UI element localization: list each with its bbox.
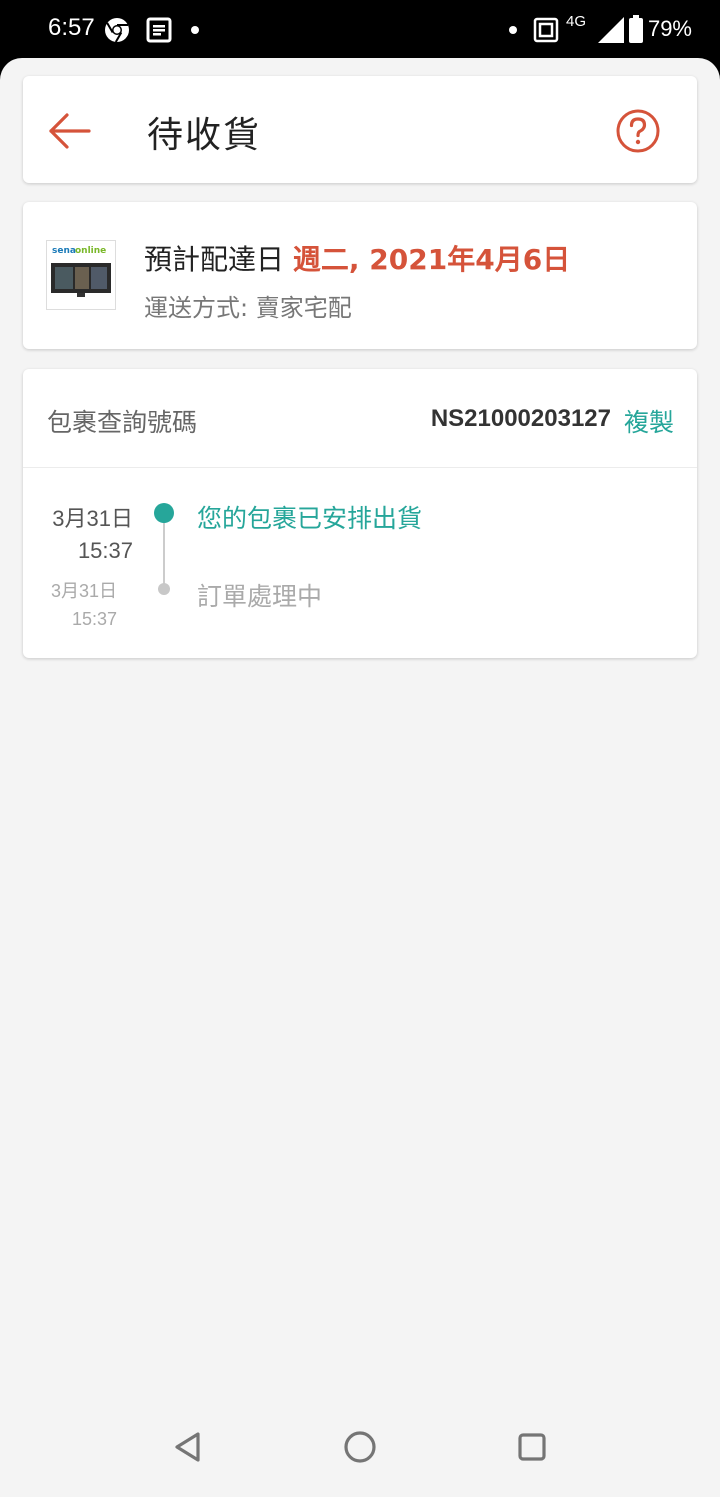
status-time: 6:57 bbox=[48, 14, 95, 41]
event-text: 訂單處理中 bbox=[197, 582, 323, 611]
delivery-info-card[interactable]: sena online 預計配達日 週二, 2021年4月6日 運送方式: 賣家… bbox=[23, 202, 697, 349]
system-nav-bar bbox=[0, 1397, 720, 1497]
timeline-dot bbox=[158, 583, 170, 595]
question-circle-icon[interactable] bbox=[613, 106, 663, 156]
battery-level: 79% bbox=[647, 16, 692, 41]
dot-icon bbox=[509, 26, 517, 34]
tracking-number: NS21000203127 bbox=[430, 405, 611, 432]
home-circle-icon[interactable] bbox=[338, 1425, 382, 1469]
event-text-active: 您的包裹已安排出貨 bbox=[197, 504, 423, 533]
header-bar: 待收貨 bbox=[23, 76, 697, 183]
product-thumbnail: sena online bbox=[46, 240, 116, 310]
product-image: sena online bbox=[47, 241, 115, 309]
event-date: 3月31日 15:37 bbox=[33, 577, 117, 633]
back-triangle-icon[interactable] bbox=[166, 1425, 210, 1469]
status-bar: 6:57 4G 79% bbox=[0, 0, 720, 60]
delivery-date-line: 預計配達日 週二, 2021年4月6日 bbox=[144, 238, 570, 278]
battery-icon bbox=[629, 15, 643, 43]
svg-text:online: online bbox=[75, 246, 106, 256]
tracking-label: 包裹查詢號碼 bbox=[47, 408, 198, 437]
event-date: 3月31日 15:37 bbox=[33, 503, 133, 567]
dot-icon bbox=[191, 26, 199, 34]
news-icon bbox=[146, 17, 172, 43]
timeline-dot-active bbox=[154, 503, 174, 523]
copy-button[interactable]: 複製 bbox=[624, 403, 674, 439]
delivery-label: 預計配達日 bbox=[144, 243, 285, 276]
event-time: 15:37 bbox=[77, 538, 133, 563]
recents-square-icon[interactable] bbox=[510, 1425, 554, 1469]
delivery-date: 週二, 2021年4月6日 bbox=[292, 243, 571, 276]
chrome-icon bbox=[105, 18, 129, 43]
event-time: 15:37 bbox=[71, 609, 117, 629]
app-content: 待收貨 sena online 預計配達日 週二, 2021年4月6日 運送方式… bbox=[0, 58, 720, 1497]
svg-text:sena: sena bbox=[52, 246, 76, 256]
page-title: 待收貨 bbox=[147, 115, 262, 156]
signal-icon bbox=[598, 17, 624, 43]
shipping-method: 運送方式: 賣家宅配 bbox=[144, 294, 352, 322]
arrow-left-icon[interactable] bbox=[45, 106, 95, 156]
event-day: 3月31日 bbox=[50, 581, 117, 601]
event-day: 3月31日 bbox=[52, 506, 133, 531]
tracking-card: 包裹查詢號碼 NS21000203127 複製 3月31日 15:37 您的包裹… bbox=[23, 369, 697, 658]
divider bbox=[23, 467, 697, 468]
network-type: 4G bbox=[566, 13, 587, 30]
screen: 6:57 4G 79% 待收貨 sena online 預計配達日 週二, 20… bbox=[0, 0, 720, 1497]
timeline-line bbox=[163, 521, 165, 591]
nfc-icon bbox=[533, 17, 559, 43]
